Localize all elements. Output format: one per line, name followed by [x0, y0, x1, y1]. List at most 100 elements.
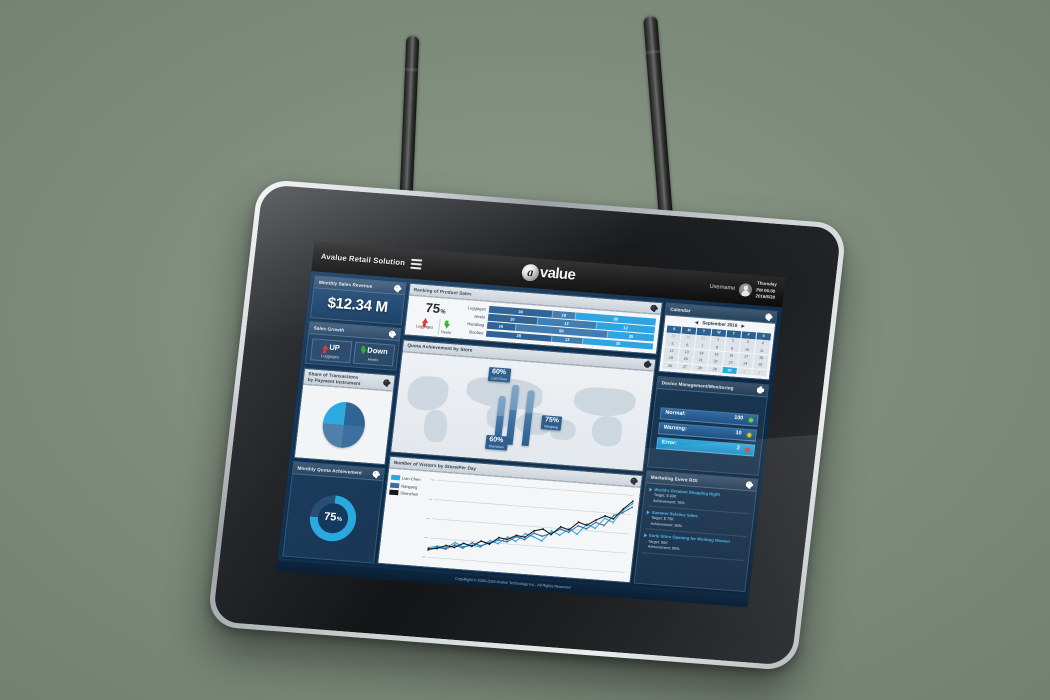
legend-swatch [390, 474, 401, 481]
ranking-indicator-down: Heels [437, 319, 455, 336]
dashboard: Monthly Sales Revenue $12.34 M Sales Gro… [277, 271, 783, 597]
gear-icon[interactable] [629, 477, 638, 485]
device-status-list: Normal: 100 Warning: 10 Error: 2 [648, 389, 767, 475]
user-area[interactable]: Username Thursday PM 06:00 2016/6/30 [708, 277, 777, 301]
app-brand: Avalue Retail Solution [320, 252, 423, 270]
tablet-outer-shell: Avalue Retail Solution a value Username … [206, 178, 848, 672]
gear-icon[interactable] [756, 386, 764, 394]
antenna-right [643, 16, 674, 232]
ranking-bar-segment: 15 [486, 322, 516, 331]
map-callout-store: Lian-Chen [491, 375, 508, 382]
map-landmass [406, 374, 451, 412]
map-callout-store: Nangang [543, 423, 559, 430]
device-status-label: Normal: [664, 409, 686, 418]
panel-calendar: Calendar ◀ September 2016 ▶ S M T W T F … [657, 302, 778, 381]
chevron-right-icon[interactable]: ▶ [741, 323, 745, 329]
visitors-body: Lian-Chen Nangang Shenzhen [378, 468, 641, 583]
avalue-logo-mark: a [520, 263, 540, 282]
gear-icon[interactable] [649, 304, 658, 312]
arrow-down-icon [359, 349, 367, 355]
panel-device-management: Device Management/Monitoring Normal: 100 W… [646, 375, 770, 476]
gear-icon[interactable] [764, 313, 773, 321]
ranking-row-label: Luggages [467, 305, 487, 312]
ranking-row-label: Heels [474, 313, 486, 320]
calendar-day[interactable]: 26 [662, 361, 678, 370]
calendar-day[interactable]: 1 [736, 367, 753, 376]
gear-icon[interactable] [371, 470, 380, 479]
growth-down-label: Down [366, 345, 389, 357]
legend-label: Lian-Chen [401, 475, 421, 482]
growth-down-cell[interactable]: Down Heels [352, 341, 395, 367]
growth-down-sub: Heels [367, 356, 379, 363]
legend-swatch [389, 482, 400, 488]
growth-body: UP Luggages Down Heels [306, 334, 399, 370]
gear-icon[interactable] [745, 480, 754, 489]
gear-icon[interactable] [388, 330, 396, 338]
payment-share-pie-chart [320, 400, 368, 450]
map-callout[interactable]: 60% Shenzhen [485, 434, 509, 451]
map-callout[interactable]: 60% Lian-Chen [487, 366, 512, 384]
ranking-row-label: Booties [469, 329, 484, 336]
panel-title: Marketing Event ROI [650, 474, 698, 483]
map-landmass [573, 385, 637, 418]
screen: Avalue Retail Solution a value Username … [276, 241, 786, 608]
panel-title: Monthly Sales Revenue [318, 279, 373, 289]
gear-icon[interactable] [643, 360, 652, 369]
donut-value-label: 75% [323, 511, 343, 526]
device-status-value: 2 [736, 445, 741, 452]
panel-title: Monthly Quota Achievement [297, 465, 363, 476]
legend-label: Nangang [400, 483, 418, 490]
calendar-day[interactable]: 29 [707, 365, 723, 374]
calendar-day[interactable]: 27 [677, 362, 693, 371]
tablet-bezel: Avalue Retail Solution a value Username … [212, 184, 842, 666]
status-indicator-dot [747, 432, 752, 437]
panel-monthly-sales-revenue: Monthly Sales Revenue $12.34 M [309, 275, 407, 325]
legend-item: Nangang [389, 482, 426, 490]
growth-up-cell[interactable]: UP Luggages [309, 338, 352, 364]
donut-unit: % [336, 516, 343, 524]
panel-title: Ranking of Product Sales [413, 286, 473, 297]
calendar-day[interactable]: 28 [692, 364, 708, 373]
arrow-up-icon [421, 317, 429, 324]
map-callout-store: Shenzhen [488, 443, 505, 449]
ranking-headline-unit: % [439, 309, 446, 316]
panel-title: Share of Transactions by Payment Instrum… [307, 371, 361, 386]
avalue-logo: a value [520, 263, 577, 286]
tablet-device: Avalue Retail Solution a value Username … [206, 178, 848, 672]
ranking-indicator-down-label: Heels [440, 329, 452, 336]
map-landmass [422, 408, 450, 443]
calendar-body: ◀ September 2016 ▶ S M T W T F S 29 30 31 1 2 3 4 5 6 7 8… [659, 315, 776, 380]
map-callout[interactable]: 75% Nangang [540, 414, 563, 431]
gear-icon[interactable] [382, 378, 391, 387]
hamburger-menu-icon[interactable] [410, 258, 423, 270]
arrow-down-icon [443, 323, 450, 330]
legend-swatch [389, 489, 399, 496]
arrow-up-icon [322, 344, 329, 350]
ranking-bar-segment: 10 [552, 311, 576, 320]
panel-marketing-event-roi: Marketing Event ROI World's Greatest Sho… [633, 470, 759, 593]
panel-monthly-quota-achievement: Monthly Quota Achievement 75% [282, 461, 386, 564]
panel-title: Sales Growth [313, 325, 345, 333]
device-status-value: 10 [735, 430, 742, 437]
legend-item: Shenzhen [389, 489, 425, 498]
device-status-value: 100 [733, 415, 744, 422]
chevron-left-icon[interactable]: ◀ [694, 320, 699, 326]
caret-right-icon [649, 487, 653, 492]
legend-label: Shenzhen [400, 490, 419, 497]
pie-chart-body [294, 385, 393, 465]
user-avatar-icon[interactable] [738, 282, 753, 297]
panel-share-of-transactions: Share of Transactions by Payment Instrum… [293, 367, 396, 466]
calendar-day[interactable]: 2 [751, 368, 767, 377]
avalue-logo-text: value [538, 263, 577, 284]
revenue-display: $12.34 M [310, 288, 405, 324]
calendar-day-today[interactable]: 30 [721, 366, 738, 375]
datetime-block: Thursday PM 06:00 2016/6/30 [755, 281, 777, 302]
donut-value: 75 [323, 511, 337, 524]
visitors-line-chart [420, 475, 637, 579]
legend-item: Lian-Chen [390, 474, 427, 483]
device-status-label: Error: [661, 439, 678, 447]
ranking-bar-segment: 13 [551, 335, 584, 345]
world-map: 60% Lian-Chen 75% Nangang 60% Shenzhen [391, 352, 655, 471]
gear-icon[interactable] [393, 284, 402, 292]
roi-item[interactable]: Early Store Opening for Working Women Tar… [642, 532, 747, 561]
